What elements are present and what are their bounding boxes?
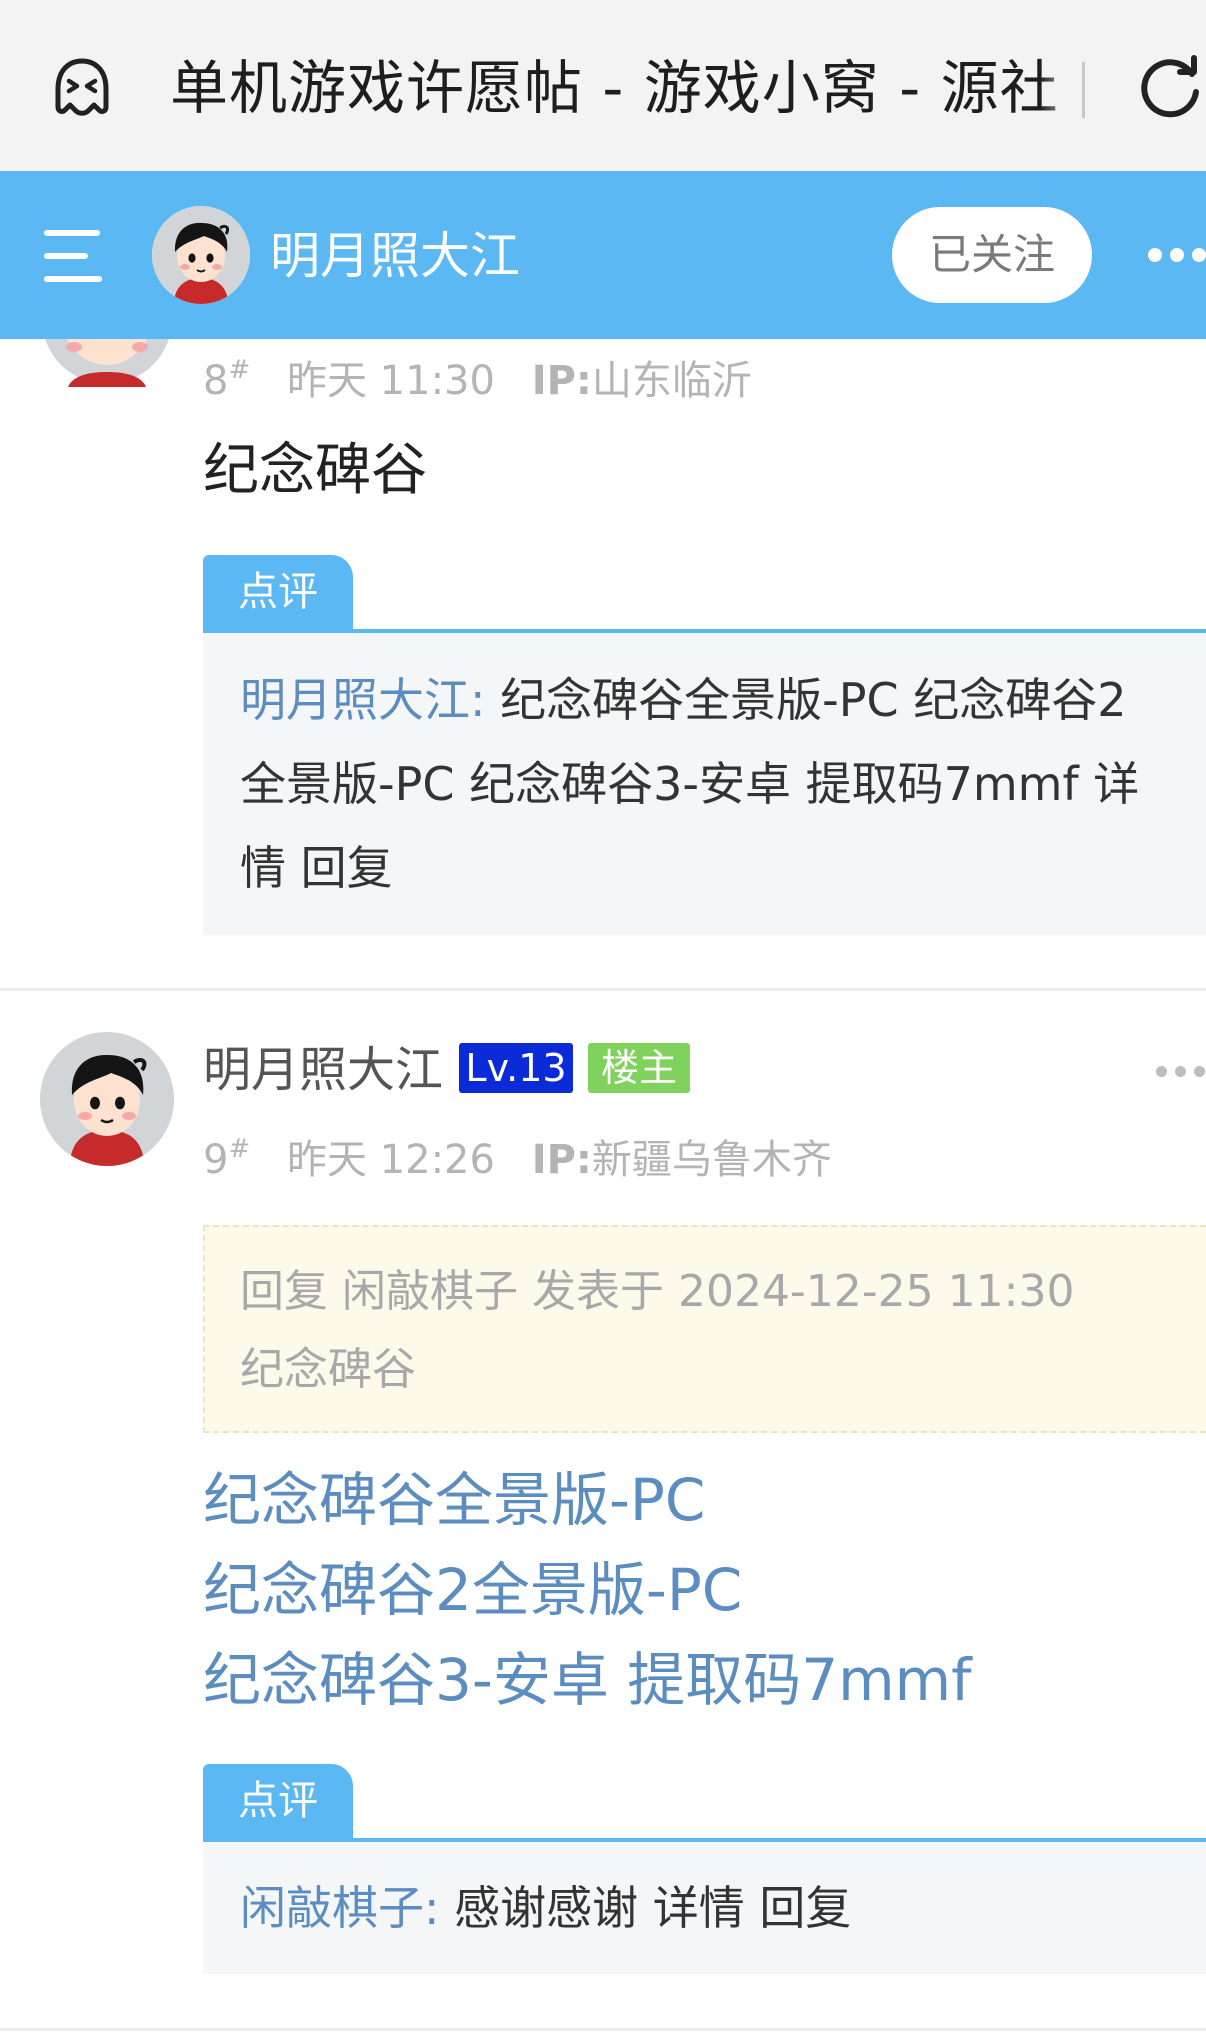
review-author[interactable]: 明月照大江: — [240, 673, 486, 727]
post-time: 昨天 11:30 — [286, 358, 495, 404]
post-more-icon[interactable] — [1156, 1066, 1206, 1080]
post-divider — [0, 988, 1206, 991]
floor-number: 8 — [203, 358, 229, 404]
review-line-1: 纪念碑谷全景版-PC 纪念碑谷2 — [500, 673, 1127, 727]
reload-icon[interactable] — [1136, 52, 1204, 120]
review-author[interactable]: 闲敲棋子: — [240, 1881, 440, 1935]
post-avatar[interactable] — [42, 339, 172, 387]
quote-line-2: 纪念碑谷 — [240, 1344, 416, 1395]
ip-location: 山东临沂 — [591, 358, 752, 404]
ip-label: IP: — [531, 1137, 592, 1183]
post-content: 纪念碑谷 — [203, 438, 427, 503]
menu-icon[interactable] — [44, 230, 104, 282]
ghost-face-icon[interactable] — [50, 55, 114, 119]
ip-label: IP: — [531, 358, 592, 404]
post-meta: 9# 昨天 12:26 IP:新疆乌鲁木齐 — [203, 1135, 832, 1185]
post-meta: 8# 昨天 11:30 IP:山东临沂 — [203, 356, 752, 406]
more-icon[interactable] — [1148, 246, 1206, 266]
quote-line-1[interactable]: 回复 闲敲棋子 发表于 2024-12-25 11:30 — [240, 1253, 1074, 1331]
floor-mark: # — [228, 355, 251, 385]
download-link[interactable]: 纪念碑谷全景版-PC — [203, 1455, 705, 1545]
floor-number: 9 — [203, 1137, 229, 1183]
user-avatar[interactable] — [152, 206, 250, 304]
post-author[interactable]: 明月照大江 — [203, 1038, 443, 1102]
review-tag: 点评 — [203, 555, 353, 629]
download-link[interactable]: 纪念碑谷3-安卓 提取码7mmf — [203, 1635, 972, 1725]
review-line-2[interactable]: 全景版-PC 纪念碑谷3-安卓 提取码7mmf 详 — [240, 742, 1180, 826]
title-fade — [1040, 40, 1100, 140]
download-link[interactable]: 纪念碑谷2全景版-PC — [203, 1545, 742, 1635]
review-tag: 点评 — [203, 1764, 353, 1838]
review-text: 明月照大江: 纪念碑谷全景版-PC 纪念碑谷2 全景版-PC 纪念碑谷3-安卓 … — [240, 658, 1180, 910]
title-divider — [1082, 62, 1085, 118]
quote-text: 回复 闲敲棋子 发表于 2024-12-25 11:30 纪念碑谷 — [240, 1253, 1074, 1409]
post-avatar[interactable] — [40, 1032, 174, 1166]
review-line-3[interactable]: 情 回复 — [240, 826, 1180, 910]
review-line-1[interactable]: 感谢感谢 详情 回复 — [454, 1881, 851, 1935]
floor-mark: # — [228, 1134, 251, 1164]
op-badge: 楼主 — [588, 1043, 690, 1093]
review-text: 闲敲棋子: 感谢感谢 详情 回复 — [240, 1866, 1180, 1950]
follow-button[interactable]: 已关注 — [892, 207, 1092, 303]
ip-location: 新疆乌鲁木齐 — [591, 1137, 832, 1183]
post-divider — [0, 2028, 1206, 2031]
header-username[interactable]: 明月照大江 — [270, 225, 520, 287]
post-time: 昨天 12:26 — [286, 1137, 495, 1183]
page-title: 单机游戏许愿帖 - 游戏小窝 - 源社 — [170, 54, 1059, 122]
level-badge: Lv.13 — [459, 1043, 573, 1093]
